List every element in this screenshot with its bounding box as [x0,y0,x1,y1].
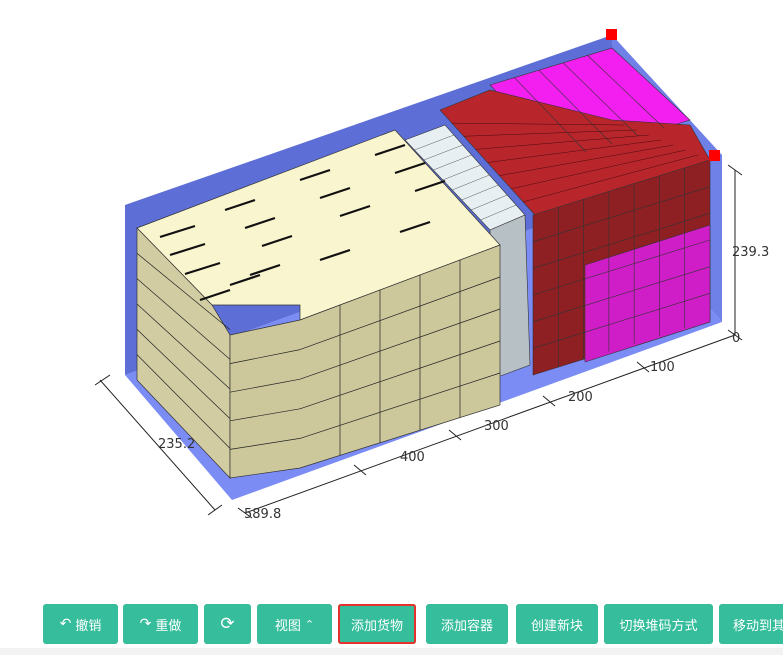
undo-icon: ↶ [59,616,72,632]
container-corner-marker [709,150,720,161]
redo-label: 重做 [155,618,182,634]
dim-height-zero-label: 0 [732,331,740,346]
undo-label: 撤销 [75,618,102,634]
redo-button[interactable]: ↷ 重做 [123,604,198,644]
create-block-label: 创建新块 [530,618,583,634]
bottom-strip [0,648,783,655]
move-to-button[interactable]: 移动到其 [719,604,783,644]
dim-tick-label: 100 [650,360,675,375]
dim-tick-label: 200 [568,390,593,405]
add-container-label: 添加容器 [440,618,493,634]
refresh-icon: ⟳ [220,613,235,634]
dim-length-label: 589.8 [244,507,281,522]
dim-tick-label: 300 [484,419,509,434]
container-corner-marker [606,29,617,40]
switch-stacking-label: 切换堆码方式 [619,618,698,634]
toolbar: ↶ 撤销 ↷ 重做 ⟳ 视图 ⌃ 添加货物 添加容器 创建新块 切换堆码方式 移… [0,604,783,646]
move-to-label: 移动到其 [733,618,783,634]
undo-button[interactable]: ↶ 撤销 [43,604,118,644]
view-label: 视图 [274,618,301,634]
refresh-button[interactable]: ⟳ [204,604,251,644]
dim-height-label: 239.3 [732,245,769,260]
redo-icon: ↷ [139,616,152,632]
view-dropdown-button[interactable]: 视图 ⌃ [257,604,332,644]
container-3d-viewport[interactable]: 589.8 235.2 239.3 0 400 300 200 100 [0,0,783,600]
add-goods-button[interactable]: 添加货物 [338,604,416,644]
dim-width-label: 235.2 [158,437,195,452]
add-goods-label: 添加货物 [350,618,403,634]
add-container-button[interactable]: 添加容器 [426,604,508,644]
dim-tick-label: 400 [400,450,425,465]
create-block-button[interactable]: 创建新块 [516,604,598,644]
switch-stacking-button[interactable]: 切换堆码方式 [604,604,713,644]
chevron-up-icon: ⌃ [304,617,315,631]
